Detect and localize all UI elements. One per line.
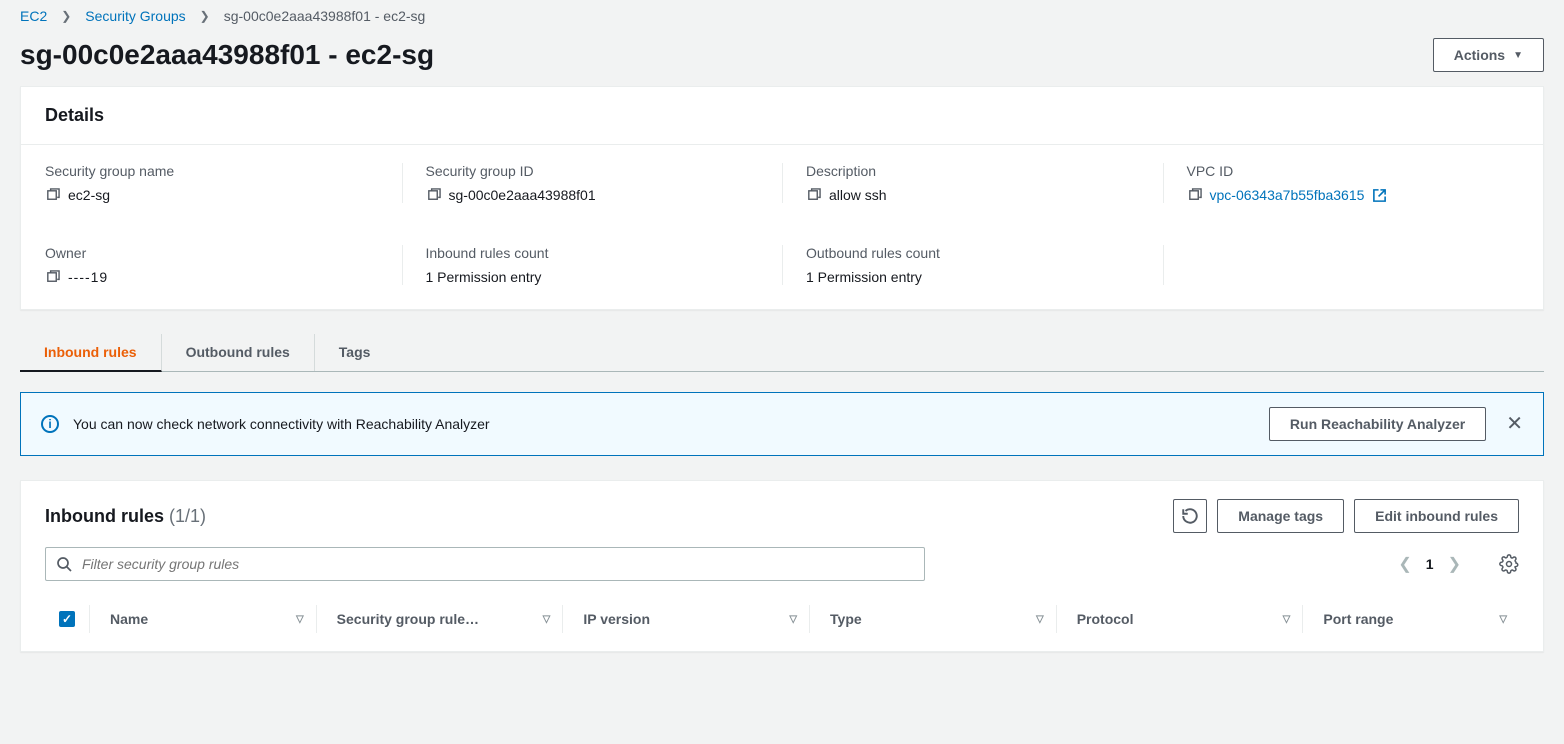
- rules-count: (1/1): [169, 506, 206, 526]
- owner-label: Owner: [45, 245, 378, 261]
- details-panel-title: Details: [21, 87, 1543, 145]
- info-banner-text: You can now check network connectivity w…: [73, 416, 490, 432]
- rules-table-header: ✓ Name ▽ Security group rule… ▽ IP versi…: [45, 595, 1519, 633]
- close-icon[interactable]: ✕: [1506, 414, 1523, 434]
- vpc-id-link[interactable]: vpc-06343a7b55fba3615: [1210, 187, 1365, 203]
- copy-icon[interactable]: [1187, 188, 1202, 203]
- sort-icon[interactable]: ▽: [543, 614, 551, 625]
- col-name[interactable]: Name: [110, 611, 148, 627]
- sort-icon[interactable]: ▽: [789, 614, 797, 625]
- run-reachability-analyzer-button[interactable]: Run Reachability Analyzer: [1269, 407, 1486, 441]
- refresh-button[interactable]: [1173, 499, 1207, 533]
- col-ip-version[interactable]: IP version: [583, 611, 650, 627]
- run-reachability-label: Run Reachability Analyzer: [1290, 416, 1465, 432]
- caret-down-icon: ▼: [1513, 50, 1523, 61]
- search-icon: [56, 556, 72, 572]
- manage-tags-button[interactable]: Manage tags: [1217, 499, 1344, 533]
- external-link-icon[interactable]: [1372, 188, 1387, 203]
- gear-icon[interactable]: [1499, 554, 1519, 574]
- inbound-rules-title: Inbound rules (1/1): [45, 506, 206, 527]
- pager: ❮ 1 ❯: [1398, 554, 1519, 574]
- select-all-checkbox[interactable]: ✓: [59, 611, 75, 627]
- col-type[interactable]: Type: [830, 611, 862, 627]
- inbound-count-label: Inbound rules count: [426, 245, 759, 261]
- inbound-count-value: 1 Permission entry: [426, 269, 542, 285]
- description-value: allow ssh: [829, 187, 887, 203]
- chevron-right-icon: ❯: [200, 9, 210, 23]
- sort-icon[interactable]: ▽: [1499, 614, 1507, 625]
- owner-value: ----19: [68, 269, 108, 285]
- sg-id-value: sg-00c0e2aaa43988f01: [449, 187, 596, 203]
- filter-rules-input-wrap[interactable]: [45, 547, 925, 581]
- col-sg-rule[interactable]: Security group rule…: [337, 611, 479, 627]
- manage-tags-label: Manage tags: [1238, 508, 1323, 524]
- breadcrumb: EC2 ❯ Security Groups ❯ sg-00c0e2aaa4398…: [20, 0, 1544, 38]
- rules-title-text: Inbound rules: [45, 506, 164, 526]
- filter-rules-input[interactable]: [80, 555, 914, 573]
- page-prev-icon[interactable]: ❮: [1398, 554, 1411, 574]
- outbound-count-label: Outbound rules count: [806, 245, 1139, 261]
- sg-name-value: ec2-sg: [68, 187, 110, 203]
- vpc-id-label: VPC ID: [1187, 163, 1520, 179]
- copy-icon[interactable]: [45, 270, 60, 285]
- reachability-info-banner: i You can now check network connectivity…: [20, 392, 1544, 456]
- tab-inbound-rules[interactable]: Inbound rules: [20, 334, 162, 372]
- copy-icon[interactable]: [45, 188, 60, 203]
- edit-inbound-rules-button[interactable]: Edit inbound rules: [1354, 499, 1519, 533]
- copy-icon[interactable]: [806, 188, 821, 203]
- sort-icon[interactable]: ▽: [1283, 614, 1291, 625]
- actions-button[interactable]: Actions ▼: [1433, 38, 1544, 72]
- tab-outbound-rules[interactable]: Outbound rules: [162, 334, 315, 371]
- edit-inbound-rules-label: Edit inbound rules: [1375, 508, 1498, 524]
- info-icon: i: [41, 415, 59, 433]
- chevron-right-icon: ❯: [61, 9, 71, 23]
- tabs: Inbound rules Outbound rules Tags: [20, 334, 1544, 372]
- breadcrumb-ec2[interactable]: EC2: [20, 8, 47, 24]
- breadcrumb-current: sg-00c0e2aaa43988f01 - ec2-sg: [224, 8, 426, 24]
- outbound-count-value: 1 Permission entry: [806, 269, 922, 285]
- page-number: 1: [1426, 556, 1434, 572]
- details-panel: Details Security group name ec2-sg Secur…: [20, 86, 1544, 310]
- tab-tags[interactable]: Tags: [315, 334, 395, 371]
- col-port-range[interactable]: Port range: [1323, 611, 1393, 627]
- refresh-icon: [1181, 507, 1199, 525]
- page-next-icon[interactable]: ❯: [1448, 554, 1461, 574]
- page-title: sg-00c0e2aaa43988f01 - ec2-sg: [20, 39, 434, 71]
- sort-icon[interactable]: ▽: [1036, 614, 1044, 625]
- actions-button-label: Actions: [1454, 47, 1505, 63]
- inbound-rules-panel: Inbound rules (1/1) Manage tags Edit inb…: [20, 480, 1544, 652]
- copy-icon[interactable]: [426, 188, 441, 203]
- sort-icon[interactable]: ▽: [296, 614, 304, 625]
- sg-name-label: Security group name: [45, 163, 378, 179]
- col-protocol[interactable]: Protocol: [1077, 611, 1134, 627]
- sg-id-label: Security group ID: [426, 163, 759, 179]
- description-label: Description: [806, 163, 1139, 179]
- breadcrumb-security-groups[interactable]: Security Groups: [85, 8, 185, 24]
